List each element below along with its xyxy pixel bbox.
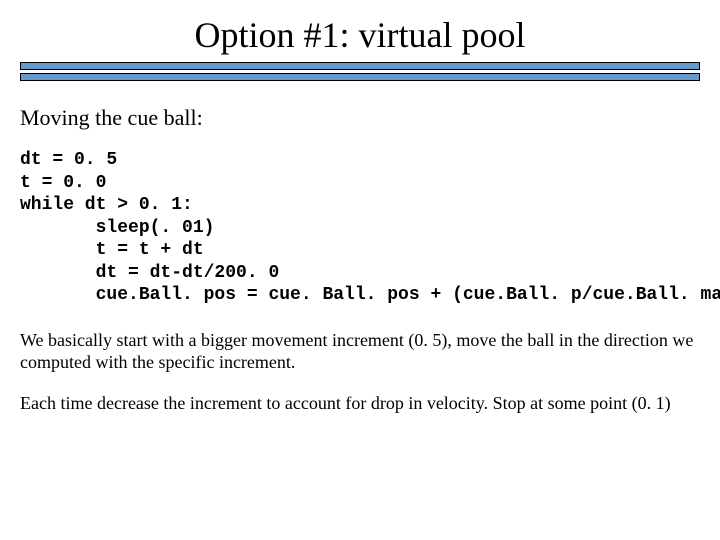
slide: Option #1: virtual pool Moving the cue b… <box>0 0 720 540</box>
subheading: Moving the cue ball: <box>20 105 700 131</box>
code-block: dt = 0. 5 t = 0. 0 while dt > 0. 1: slee… <box>20 149 700 307</box>
paragraph-1: We basically start with a bigger movemen… <box>20 329 700 374</box>
slide-title: Option #1: virtual pool <box>20 14 700 56</box>
rule-top <box>20 62 700 70</box>
paragraph-2: Each time decrease the increment to acco… <box>20 392 700 415</box>
rule-bottom <box>20 73 700 81</box>
title-underline <box>20 62 700 81</box>
